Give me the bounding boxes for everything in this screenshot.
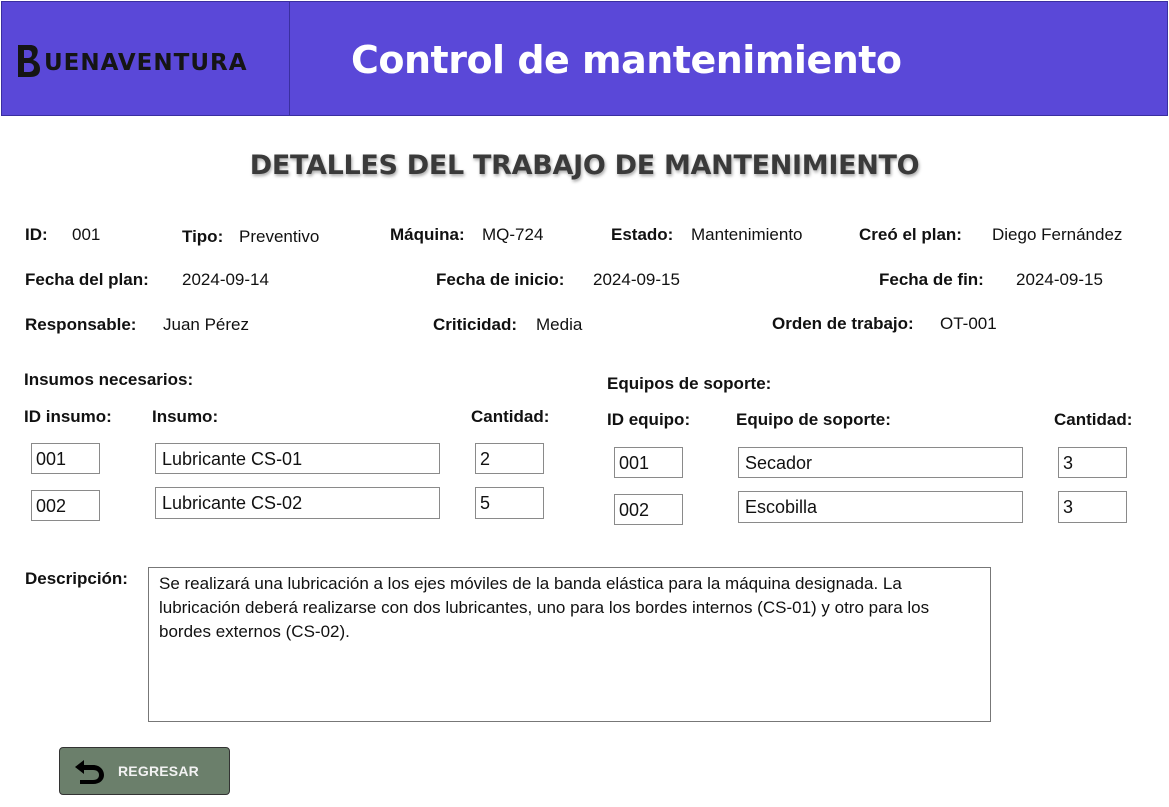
logo-text: UENAVENTURA: [44, 49, 248, 76]
equipo-name-field[interactable]: Escobilla: [738, 491, 1023, 523]
tipo-label: Tipo:: [182, 227, 224, 246]
insumos-qty-header: Cantidad:: [471, 407, 550, 426]
back-arrow-icon: [75, 760, 104, 784]
creo-label: Creó el plan:: [859, 225, 962, 244]
insumos-id-header: ID insumo:: [24, 407, 112, 426]
app-header: UENAVENTURA Control de mantenimiento: [1, 1, 1168, 116]
page-title: DETALLES DEL TRABAJO DE MANTENIMIENTO: [249, 150, 920, 181]
creo-value: Diego Fernández: [992, 225, 1123, 244]
back-button[interactable]: REGRESAR: [59, 747, 230, 795]
maquina-label: Máquina:: [390, 225, 465, 244]
insumo-qty-field[interactable]: 2: [475, 443, 544, 474]
descripcion-label: Descripción:: [25, 569, 128, 588]
fecha-fin-value: 2024-09-15: [1016, 270, 1103, 289]
fecha-plan-value: 2024-09-14: [182, 270, 269, 289]
insumo-id-field[interactable]: 001: [31, 443, 100, 474]
equipo-id-field[interactable]: 002: [614, 494, 683, 525]
fecha-fin-label: Fecha de fin:: [879, 270, 984, 289]
tipo-value: Preventivo: [239, 227, 320, 246]
maquina-value: MQ-724: [482, 225, 544, 244]
insumo-id-field[interactable]: 002: [31, 490, 100, 521]
estado-label: Estado:: [611, 225, 674, 244]
brand-logo: UENAVENTURA: [16, 44, 248, 78]
equipo-id-field[interactable]: 001: [614, 447, 683, 478]
equipo-name-field[interactable]: Secador: [738, 447, 1023, 478]
fecha-inicio-label: Fecha de inicio:: [436, 270, 565, 289]
orden-value: OT-001: [940, 314, 997, 333]
criticidad-label: Criticidad:: [433, 315, 518, 334]
equipo-qty-field[interactable]: 3: [1058, 447, 1127, 478]
insumos-section-label: Insumos necesarios:: [24, 370, 194, 389]
insumo-qty-field[interactable]: 5: [475, 487, 544, 519]
descripcion-textarea[interactable]: Se realizará una lubricación a los ejes …: [148, 567, 991, 722]
insumo-name-field[interactable]: Lubricante CS-01: [155, 443, 440, 474]
responsable-value: Juan Pérez: [163, 315, 249, 334]
equipo-qty-field[interactable]: 3: [1058, 491, 1127, 523]
insumos-name-header: Insumo:: [152, 407, 219, 426]
app-title: Control de mantenimiento: [351, 38, 902, 82]
fecha-inicio-value: 2024-09-15: [593, 270, 680, 289]
fecha-plan-label: Fecha del plan:: [25, 270, 149, 289]
estado-value: Mantenimiento: [691, 225, 803, 244]
insumo-name-field[interactable]: Lubricante CS-02: [155, 487, 440, 519]
responsable-label: Responsable:: [25, 315, 137, 334]
id-value: 001: [72, 225, 101, 244]
logo-b-icon: [18, 45, 40, 77]
equipos-section-label: Equipos de soporte:: [607, 374, 772, 393]
equipos-name-header: Equipo de soporte:: [736, 410, 891, 429]
logo-container: UENAVENTURA: [2, 2, 290, 115]
equipos-id-header: ID equipo:: [607, 410, 691, 429]
id-label: ID:: [25, 225, 48, 244]
equipos-qty-header: Cantidad:: [1054, 410, 1133, 429]
back-button-label: REGRESAR: [118, 763, 199, 779]
orden-label: Orden de trabajo:: [772, 314, 914, 333]
criticidad-value: Media: [536, 315, 583, 334]
